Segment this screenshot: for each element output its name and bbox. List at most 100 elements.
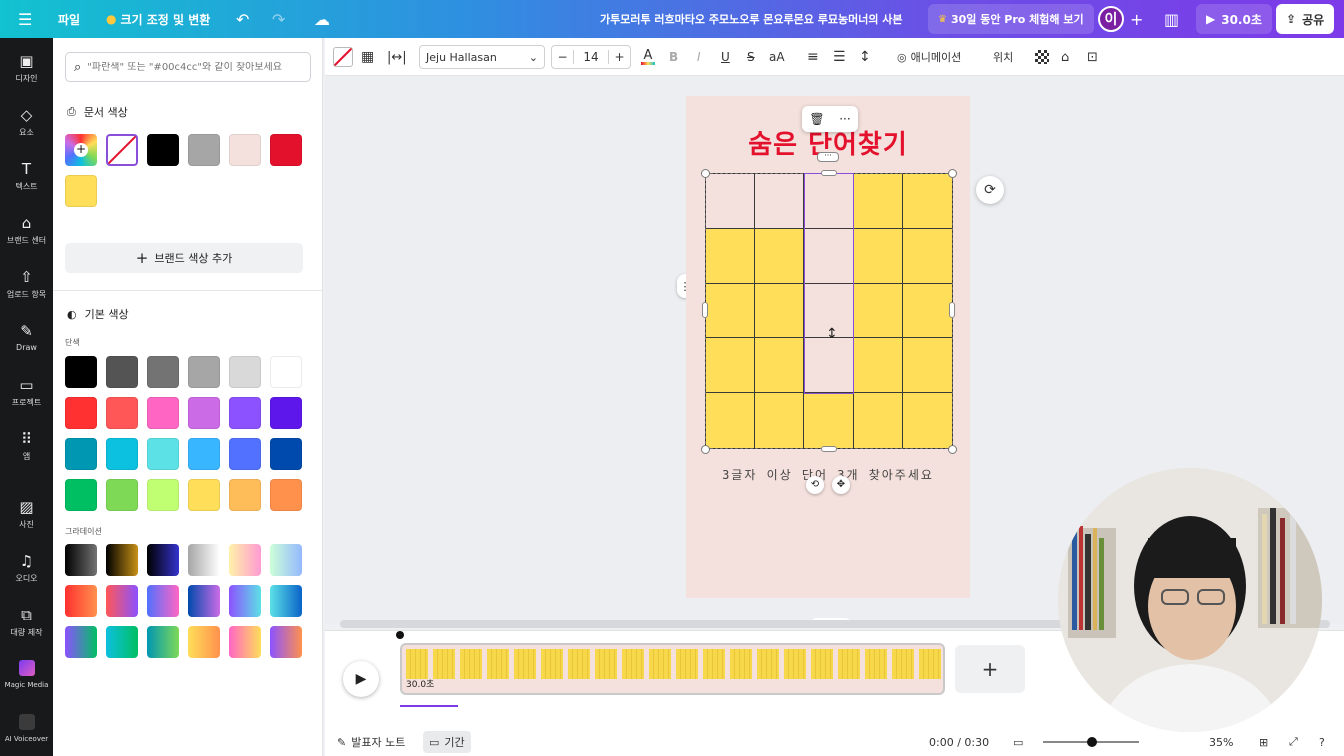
font-size-value[interactable]: 14 (574, 50, 608, 64)
pro-trial-button[interactable]: ♛ 30일 동안 Pro 체험해 보기 (928, 4, 1094, 34)
gradient-swatch[interactable] (188, 544, 220, 576)
avatar[interactable]: 이 (1098, 0, 1124, 38)
playhead[interactable] (396, 631, 404, 639)
design-page[interactable]: 숨은 단어찾기 🗑 ··· ··· ↕ 3글자 이상 단어 3개 찾아주세요 ⟲… (686, 96, 970, 598)
bold-button[interactable]: B (669, 38, 678, 76)
table-cell[interactable] (706, 174, 756, 229)
no-color-swatch[interactable] (106, 134, 138, 166)
gradient-swatch[interactable] (147, 544, 179, 576)
table-cell[interactable] (804, 228, 854, 284)
gradient-swatch[interactable] (106, 626, 138, 658)
color-swatch[interactable] (188, 356, 220, 388)
gradient-swatch[interactable] (147, 626, 179, 658)
add-brand-color-button[interactable]: + 브랜드 색상 추가 (65, 243, 303, 273)
color-search-input[interactable] (87, 61, 298, 73)
color-swatch[interactable] (106, 479, 138, 511)
color-swatch[interactable] (188, 397, 220, 429)
zoom-value[interactable]: 35% (1209, 731, 1233, 753)
table-cell[interactable] (853, 228, 903, 284)
move-icon[interactable]: ✥ (832, 476, 850, 494)
gradient-swatch[interactable] (270, 585, 302, 617)
color-swatch[interactable] (229, 479, 261, 511)
letter-case-button[interactable]: aA (769, 38, 785, 76)
insights-icon[interactable]: ▥ (1164, 0, 1179, 38)
resize-handle[interactable] (948, 169, 957, 178)
line-spacing-icon[interactable]: ↕ (859, 38, 871, 76)
table-grid-icon[interactable]: ▦ (361, 38, 374, 76)
color-swatch[interactable] (147, 356, 179, 388)
color-swatch[interactable] (270, 479, 302, 511)
table-cell[interactable] (902, 174, 952, 229)
gradient-swatch[interactable] (147, 585, 179, 617)
strikethrough-button[interactable]: S (747, 38, 755, 76)
color-swatch[interactable] (65, 397, 97, 429)
redo-icon[interactable]: ↷ (272, 0, 285, 38)
table-cell[interactable] (706, 393, 756, 448)
color-swatch[interactable] (65, 175, 97, 207)
text-color-button[interactable]: A (641, 38, 655, 76)
color-swatch[interactable] (270, 438, 302, 470)
rotate-icon[interactable]: ⟲ (806, 476, 824, 494)
table-cell[interactable] (755, 393, 805, 448)
color-swatch[interactable] (147, 438, 179, 470)
gradient-swatch[interactable] (65, 626, 97, 658)
design-title[interactable]: 가투모러투 러흐마타오 주모노오루 몬요루몬요 루묘농머너의 사본 (600, 0, 903, 38)
rail-draw[interactable]: ✎ Draw (0, 322, 53, 352)
duration-button[interactable]: ▭ 기간 (423, 731, 471, 753)
gradient-swatch[interactable] (106, 544, 138, 576)
color-swatch[interactable] (229, 134, 261, 166)
font-size-stepper[interactable]: − 14 + (551, 45, 631, 69)
add-collaborator-icon[interactable]: + (1130, 0, 1143, 38)
gradient-swatch[interactable] (270, 544, 302, 576)
gradient-swatch[interactable] (229, 585, 261, 617)
table-cell[interactable] (902, 393, 952, 448)
color-picker-button[interactable]: + (65, 134, 97, 166)
column-menu-handle[interactable]: ··· (817, 152, 839, 162)
help-icon[interactable]: ? (1319, 731, 1325, 753)
zoom-slider-knob[interactable] (1087, 737, 1097, 747)
gradient-swatch[interactable] (229, 544, 261, 576)
color-search-field[interactable]: ⌕ (65, 52, 311, 82)
rail-bulk-create[interactable]: ⧉ 대량 제작 (0, 606, 53, 638)
table-cell[interactable] (853, 338, 903, 394)
table-cell[interactable] (804, 338, 854, 394)
lock-icon[interactable]: ⊡ (1087, 38, 1098, 76)
color-swatch[interactable] (65, 438, 97, 470)
grid-view-icon[interactable]: ⊞ (1259, 731, 1268, 753)
resize-handle[interactable] (949, 302, 955, 318)
table-cell[interactable] (853, 393, 903, 448)
color-swatch[interactable] (188, 438, 220, 470)
color-swatch[interactable] (147, 479, 179, 511)
cloud-saved-icon[interactable]: ☁ (314, 0, 330, 38)
resize-handle[interactable] (701, 169, 710, 178)
gradient-swatch[interactable] (188, 626, 220, 658)
rail-elements[interactable]: ◇ 요소 (0, 106, 53, 138)
file-menu[interactable]: 파일 (58, 0, 80, 38)
resize-handle[interactable] (701, 445, 710, 454)
resize-handle[interactable] (821, 446, 837, 452)
rail-voiceover[interactable]: AI Voiceover (0, 714, 53, 743)
refresh-icon[interactable]: ⟳ (976, 176, 1004, 204)
rail-apps[interactable]: ⠿ 앱 (0, 430, 53, 462)
gradient-swatch[interactable] (188, 585, 220, 617)
color-swatch[interactable] (106, 438, 138, 470)
resize-handle[interactable] (821, 170, 837, 176)
gradient-swatch[interactable] (65, 544, 97, 576)
color-swatch[interactable] (229, 438, 261, 470)
rail-photos[interactable]: ▨ 사진 (0, 498, 53, 530)
transparency-icon[interactable] (1035, 38, 1049, 76)
table-cell[interactable] (902, 283, 952, 339)
underline-button[interactable]: U (721, 38, 730, 76)
bullet-list-icon[interactable]: ☰ (833, 38, 846, 76)
gradient-swatch[interactable] (106, 585, 138, 617)
italic-button[interactable]: I (697, 38, 701, 76)
trash-icon[interactable]: 🗑 (809, 112, 824, 126)
timeline-clip[interactable]: 30.0초 (400, 643, 945, 695)
play-button[interactable]: ▶ (343, 661, 379, 697)
rail-audio[interactable]: ♫ 오디오 (0, 552, 53, 584)
table-cell[interactable] (755, 174, 805, 229)
fullscreen-icon[interactable]: ⤢ (1289, 731, 1298, 753)
spacing-icon[interactable]: |↔| (387, 38, 407, 76)
copy-style-icon[interactable]: ⌂ (1061, 38, 1069, 76)
table-cell[interactable] (902, 338, 952, 394)
